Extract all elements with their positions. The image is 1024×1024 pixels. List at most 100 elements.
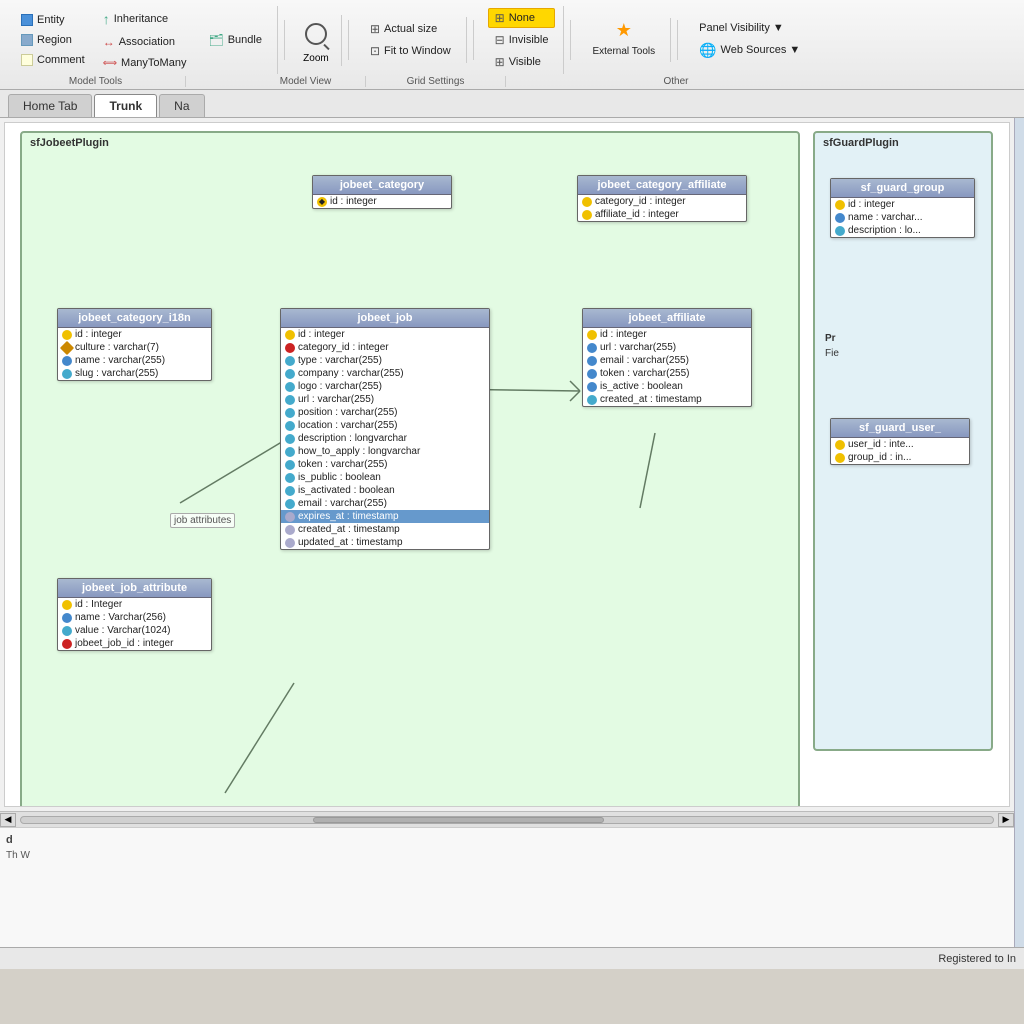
diagram-area: sfJobeetPlugin jobeet_category ◆ id : in… <box>0 118 1014 947</box>
entity-row: name : varchar... <box>831 211 974 224</box>
visible-icon: ⊞ <box>495 55 505 69</box>
invisible-button[interactable]: ⊟ Invisible <box>488 30 556 50</box>
none-button[interactable]: ⊞ None <box>488 8 556 28</box>
entity-row: created_at : timestamp <box>281 523 489 536</box>
panel-visibility-button[interactable]: Panel Visibility ▼ <box>692 19 807 37</box>
fit-to-window-button[interactable]: ⊡ Fit to Window <box>363 41 458 61</box>
web-sources-button[interactable]: 🌐 Web Sources ▼ <box>692 39 807 62</box>
scroll-track[interactable] <box>20 816 994 824</box>
entity-row: culture : varchar(7) <box>58 341 211 354</box>
entity-row: group_id : in... <box>831 451 969 464</box>
actual-size-button[interactable]: ⊞ Actual size <box>363 19 458 39</box>
entity-row: logo : varchar(255) <box>281 380 489 393</box>
field-icon <box>285 538 295 548</box>
entity-row: updated_at : timestamp <box>281 536 489 549</box>
entity-row: email : varchar(255) <box>281 497 489 510</box>
field-icon <box>285 525 295 535</box>
entity-row: jobeet_job_id : integer <box>58 637 211 650</box>
fit-to-window-icon: ⊡ <box>370 44 380 58</box>
entity-sf-guard-user[interactable]: sf_guard_user_ user_id : inte... group_i… <box>830 418 970 465</box>
entity-row: user_id : inte... <box>831 438 969 451</box>
sfjobeet-plugin-label: sfJobeetPlugin <box>30 137 109 149</box>
bundle-button[interactable]: 🗂 Bundle <box>201 30 269 50</box>
model-view-group: ⊞ Actual size ⊡ Fit to Window <box>355 17 467 63</box>
model-tools-group: Entity Region Comment ↑ Inheritance ↔ <box>6 6 278 74</box>
fk-icon <box>62 639 72 649</box>
field-icon <box>285 460 295 470</box>
inheritance-button[interactable]: ↑ Inheritance <box>96 8 194 30</box>
right-panel <box>1014 118 1024 947</box>
association-button[interactable]: ↔ Association <box>96 32 194 52</box>
entity-jobeet-job[interactable]: jobeet_job id : integer category_id : in… <box>280 308 490 550</box>
region-label: Region <box>37 34 72 46</box>
web-sources-icon: 🌐 <box>699 42 716 59</box>
entity-row: ◆ id : integer <box>313 195 451 208</box>
job-attributes-label: job attributes <box>170 513 235 528</box>
status-bar: Registered to In <box>0 947 1024 969</box>
field-icon <box>587 356 597 366</box>
entity-header-jobeet-affiliate: jobeet_affiliate <box>583 309 751 328</box>
field-icon <box>835 213 845 223</box>
pk-icon <box>582 197 592 207</box>
entity-row: id : integer <box>831 198 974 211</box>
entity-jobeet-category-affiliate[interactable]: jobeet_category_affiliate category_id : … <box>577 175 747 222</box>
entity-row: created_at : timestamp <box>583 393 751 406</box>
zoom-group: Zoom <box>291 15 342 66</box>
fk-icon <box>285 343 295 353</box>
properties-label: Pr <box>825 333 836 344</box>
scroll-left-button[interactable]: ◀ <box>0 813 16 827</box>
entity-jobeet-category-i18n[interactable]: jobeet_category_i18n id : integer cultur… <box>57 308 212 381</box>
entity-header-jobeet-category: jobeet_category <box>313 176 451 195</box>
entity-jobeet-affiliate[interactable]: jobeet_affiliate id : integer url : varc… <box>582 308 752 407</box>
home-tab[interactable]: Home Tab <box>8 94 92 117</box>
tabs-area: Home Tab Trunk Na <box>0 90 1024 118</box>
many-to-many-icon: ⟺ <box>103 58 117 69</box>
entity-sf-guard-group[interactable]: sf_guard_group id : integer name : varch… <box>830 178 975 238</box>
field-icon <box>285 395 295 405</box>
field-icon <box>285 356 295 366</box>
entity-row: is_public : boolean <box>281 471 489 484</box>
pk-icon: ◆ <box>317 197 327 207</box>
field-icon <box>285 486 295 496</box>
diagram-canvas[interactable]: sfJobeetPlugin jobeet_category ◆ id : in… <box>4 122 1010 807</box>
model-view-label-container: Model View <box>246 76 366 87</box>
invisible-icon: ⊟ <box>495 33 505 47</box>
entity-row: affiliate_id : integer <box>578 208 746 221</box>
entity-row-selected[interactable]: expires_at : timestamp <box>281 510 489 523</box>
entity-row: url : varchar(255) <box>583 341 751 354</box>
entity-row: token : varchar(255) <box>583 367 751 380</box>
many-to-many-button[interactable]: ⟺ ManyToMany <box>96 54 194 72</box>
pk-icon <box>835 200 845 210</box>
trunk-tab[interactable]: Trunk <box>94 94 157 117</box>
entity-row: id : integer <box>281 328 489 341</box>
entity-jobeet-job-attribute[interactable]: jobeet_job_attribute id : Integer name :… <box>57 578 212 651</box>
entity-row: location : varchar(255) <box>281 419 489 432</box>
horizontal-scrollbar[interactable]: ◀ ▶ <box>0 811 1014 827</box>
entity-jobeet-category[interactable]: jobeet_category ◆ id : integer <box>312 175 452 209</box>
field-icon <box>587 369 597 379</box>
entity-row: category_id : integer <box>281 341 489 354</box>
entity-row: company : varchar(255) <box>281 367 489 380</box>
entity-row: slug : varchar(255) <box>58 367 211 380</box>
na-tab[interactable]: Na <box>159 94 204 117</box>
model-tools-label-container: Model Tools <box>6 76 186 87</box>
visible-button[interactable]: ⊞ Visible <box>488 52 556 72</box>
external-tools-button[interactable]: External Tools <box>585 43 662 60</box>
entity-button[interactable]: Entity <box>14 11 92 29</box>
zoom-icon <box>305 23 327 45</box>
entity-row: name : Varchar(256) <box>58 611 211 624</box>
comment-button[interactable]: Comment <box>14 51 92 69</box>
other-group: Panel Visibility ▼ 🌐 Web Sources ▼ <box>684 17 815 64</box>
field-icon <box>285 421 295 431</box>
field-icon <box>62 626 72 636</box>
scroll-right-button[interactable]: ▶ <box>998 813 1014 827</box>
inheritance-icon: ↑ <box>103 11 110 27</box>
association-icon: ↔ <box>103 35 115 49</box>
scroll-thumb[interactable] <box>313 817 605 823</box>
main-area: sfJobeetPlugin jobeet_category ◆ id : in… <box>0 118 1024 947</box>
field-icon <box>62 356 72 366</box>
region-button[interactable]: Region <box>14 31 92 49</box>
pk-icon <box>285 330 295 340</box>
entity-row: token : varchar(255) <box>281 458 489 471</box>
field-icon <box>285 434 295 444</box>
